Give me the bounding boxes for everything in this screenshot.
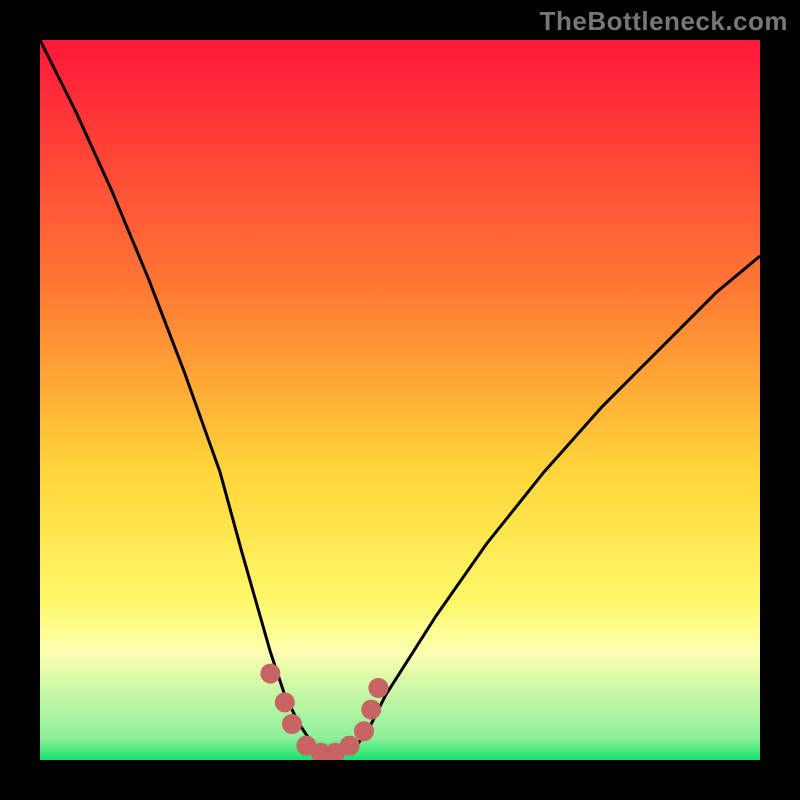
marker-point [354, 721, 374, 741]
marker-point [340, 736, 360, 756]
marker-point [368, 678, 388, 698]
plot-svg [40, 40, 760, 760]
marker-point [260, 664, 280, 684]
gradient-background [40, 40, 760, 760]
plot-area [40, 40, 760, 760]
watermark-text: TheBottleneck.com [540, 6, 788, 37]
marker-point [275, 692, 295, 712]
marker-point [361, 700, 381, 720]
marker-point [282, 714, 302, 734]
chart-frame: TheBottleneck.com [0, 0, 800, 800]
